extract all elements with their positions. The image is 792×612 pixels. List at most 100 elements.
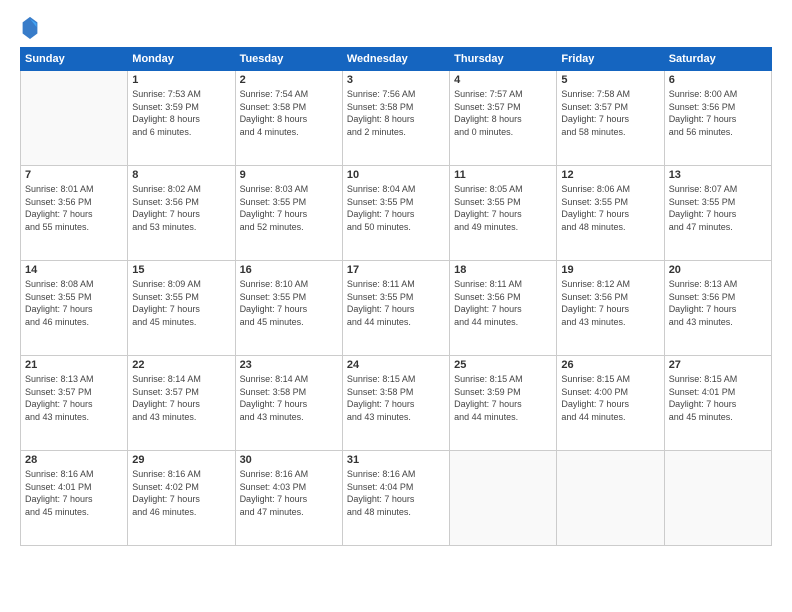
day-number: 30 (240, 454, 338, 466)
day-info: Sunrise: 8:13 AM Sunset: 3:57 PM Dayligh… (25, 373, 123, 423)
day-info: Sunrise: 8:16 AM Sunset: 4:02 PM Dayligh… (132, 468, 230, 518)
day-cell: 12Sunrise: 8:06 AM Sunset: 3:55 PM Dayli… (557, 166, 664, 261)
day-number: 13 (669, 169, 767, 181)
day-number: 8 (132, 169, 230, 181)
day-number: 7 (25, 169, 123, 181)
day-cell: 18 Sunrise: 8:11 AM Sunset: 3:56 PM Dayli… (450, 261, 557, 356)
day-number: 6 (669, 74, 767, 86)
day-info: Sunrise: 8:07 AM Sunset: 3:55 PM Dayligh… (669, 183, 767, 233)
day-cell: 20Sunrise: 8:13 AM Sunset: 3:56 PM Dayli… (664, 261, 771, 356)
day-number: 16 (240, 264, 338, 276)
day-number: 19 (561, 264, 659, 276)
day-cell: 8Sunrise: 8:02 AM Sunset: 3:56 PM Daylig… (128, 166, 235, 261)
day-info: Sunrise: 7:58 AM Sunset: 3:57 PM Dayligh… (561, 88, 659, 138)
day-number: 20 (669, 264, 767, 276)
day-cell: 27 Sunrise: 8:15 AM Sunset: 4:01 PM Dayli… (664, 356, 771, 451)
weekday-header-tuesday: Tuesday (235, 48, 342, 71)
day-info: Sunrise: 8:08 AM Sunset: 3:55 PM Dayligh… (25, 278, 123, 328)
day-cell: 2 Sunrise: 7:54 AM Sunset: 3:58 PM Daylig… (235, 71, 342, 166)
day-cell: 10Sunrise: 8:04 AM Sunset: 3:55 PM Dayli… (342, 166, 449, 261)
day-cell: 11 Sunrise: 8:05 AM Sunset: 3:55 PM Dayli… (450, 166, 557, 261)
calendar-table: SundayMondayTuesdayWednesdayThursdayFrid… (20, 47, 772, 546)
day-number: 11 (454, 169, 552, 181)
weekday-header-thursday: Thursday (450, 48, 557, 71)
day-number: 3 (347, 74, 445, 86)
day-info: Sunrise: 7:54 AM Sunset: 3:58 PM Dayligh… (240, 88, 338, 138)
day-number: 12 (561, 169, 659, 181)
day-number: 4 (454, 74, 552, 86)
day-info: Sunrise: 7:53 AM Sunset: 3:59 PM Dayligh… (132, 88, 230, 138)
week-row-4: 21 Sunrise: 8:13 AM Sunset: 3:57 PM Dayli… (21, 356, 772, 451)
day-info: Sunrise: 8:15 AM Sunset: 4:01 PM Dayligh… (669, 373, 767, 423)
logo-icon (20, 15, 40, 39)
day-info: Sunrise: 8:15 AM Sunset: 4:00 PM Dayligh… (561, 373, 659, 423)
day-info: Sunrise: 8:15 AM Sunset: 3:59 PM Dayligh… (454, 373, 552, 423)
day-cell: 6 Sunrise: 8:00 AM Sunset: 3:56 PM Daylig… (664, 71, 771, 166)
day-cell: 14 Sunrise: 8:08 AM Sunset: 3:55 PM Dayli… (21, 261, 128, 356)
day-cell: 29Sunrise: 8:16 AM Sunset: 4:02 PM Dayli… (128, 451, 235, 546)
day-info: Sunrise: 8:12 AM Sunset: 3:56 PM Dayligh… (561, 278, 659, 328)
week-row-5: 28 Sunrise: 8:16 AM Sunset: 4:01 PM Dayli… (21, 451, 772, 546)
day-cell: 3 Sunrise: 7:56 AM Sunset: 3:58 PM Daylig… (342, 71, 449, 166)
day-cell: 4 Sunrise: 7:57 AM Sunset: 3:57 PM Daylig… (450, 71, 557, 166)
day-cell: 21 Sunrise: 8:13 AM Sunset: 3:57 PM Dayli… (21, 356, 128, 451)
day-cell: 17 Sunrise: 8:11 AM Sunset: 3:55 PM Dayli… (342, 261, 449, 356)
day-cell: 31 Sunrise: 8:16 AM Sunset: 4:04 PM Dayli… (342, 451, 449, 546)
day-cell: 9Sunrise: 8:03 AM Sunset: 3:55 PM Daylig… (235, 166, 342, 261)
day-info: Sunrise: 8:16 AM Sunset: 4:01 PM Dayligh… (25, 468, 123, 518)
week-row-2: 7Sunrise: 8:01 AM Sunset: 3:56 PM Daylig… (21, 166, 772, 261)
day-info: Sunrise: 8:00 AM Sunset: 3:56 PM Dayligh… (669, 88, 767, 138)
day-number: 21 (25, 359, 123, 371)
day-cell: 5 Sunrise: 7:58 AM Sunset: 3:57 PM Daylig… (557, 71, 664, 166)
day-number: 2 (240, 74, 338, 86)
day-number: 9 (240, 169, 338, 181)
day-cell: 13 Sunrise: 8:07 AM Sunset: 3:55 PM Dayli… (664, 166, 771, 261)
day-number: 10 (347, 169, 445, 181)
week-row-3: 14 Sunrise: 8:08 AM Sunset: 3:55 PM Dayli… (21, 261, 772, 356)
day-info: Sunrise: 8:09 AM Sunset: 3:55 PM Dayligh… (132, 278, 230, 328)
day-cell: 15Sunrise: 8:09 AM Sunset: 3:55 PM Dayli… (128, 261, 235, 356)
day-number: 14 (25, 264, 123, 276)
day-cell: 7Sunrise: 8:01 AM Sunset: 3:56 PM Daylig… (21, 166, 128, 261)
day-cell: 30 Sunrise: 8:16 AM Sunset: 4:03 PM Dayli… (235, 451, 342, 546)
day-number: 23 (240, 359, 338, 371)
day-info: Sunrise: 8:05 AM Sunset: 3:55 PM Dayligh… (454, 183, 552, 233)
day-info: Sunrise: 8:14 AM Sunset: 3:58 PM Dayligh… (240, 373, 338, 423)
day-cell: 23 Sunrise: 8:14 AM Sunset: 3:58 PM Dayli… (235, 356, 342, 451)
day-info: Sunrise: 7:56 AM Sunset: 3:58 PM Dayligh… (347, 88, 445, 138)
weekday-header-row: SundayMondayTuesdayWednesdayThursdayFrid… (21, 48, 772, 71)
weekday-header-wednesday: Wednesday (342, 48, 449, 71)
day-cell: 28 Sunrise: 8:16 AM Sunset: 4:01 PM Dayli… (21, 451, 128, 546)
day-number: 31 (347, 454, 445, 466)
day-cell (450, 451, 557, 546)
page: SundayMondayTuesdayWednesdayThursdayFrid… (0, 0, 792, 612)
day-number: 26 (561, 359, 659, 371)
week-row-1: 1 Sunrise: 7:53 AM Sunset: 3:59 PM Daylig… (21, 71, 772, 166)
day-cell (664, 451, 771, 546)
day-info: Sunrise: 8:11 AM Sunset: 3:56 PM Dayligh… (454, 278, 552, 328)
weekday-header-friday: Friday (557, 48, 664, 71)
day-info: Sunrise: 8:11 AM Sunset: 3:55 PM Dayligh… (347, 278, 445, 328)
day-number: 17 (347, 264, 445, 276)
day-info: Sunrise: 8:15 AM Sunset: 3:58 PM Dayligh… (347, 373, 445, 423)
day-number: 27 (669, 359, 767, 371)
day-info: Sunrise: 8:16 AM Sunset: 4:03 PM Dayligh… (240, 468, 338, 518)
day-info: Sunrise: 8:16 AM Sunset: 4:04 PM Dayligh… (347, 468, 445, 518)
day-number: 28 (25, 454, 123, 466)
day-cell: 19 Sunrise: 8:12 AM Sunset: 3:56 PM Dayli… (557, 261, 664, 356)
day-number: 24 (347, 359, 445, 371)
day-cell: 22 Sunrise: 8:14 AM Sunset: 3:57 PM Dayli… (128, 356, 235, 451)
day-cell: 24 Sunrise: 8:15 AM Sunset: 3:58 PM Dayli… (342, 356, 449, 451)
day-number: 18 (454, 264, 552, 276)
day-number: 22 (132, 359, 230, 371)
day-cell: 1 Sunrise: 7:53 AM Sunset: 3:59 PM Daylig… (128, 71, 235, 166)
day-cell: 25Sunrise: 8:15 AM Sunset: 3:59 PM Dayli… (450, 356, 557, 451)
weekday-header-saturday: Saturday (664, 48, 771, 71)
weekday-header-monday: Monday (128, 48, 235, 71)
day-cell (557, 451, 664, 546)
day-number: 1 (132, 74, 230, 86)
day-info: Sunrise: 7:57 AM Sunset: 3:57 PM Dayligh… (454, 88, 552, 138)
day-info: Sunrise: 8:14 AM Sunset: 3:57 PM Dayligh… (132, 373, 230, 423)
day-number: 5 (561, 74, 659, 86)
day-cell: 16Sunrise: 8:10 AM Sunset: 3:55 PM Dayli… (235, 261, 342, 356)
